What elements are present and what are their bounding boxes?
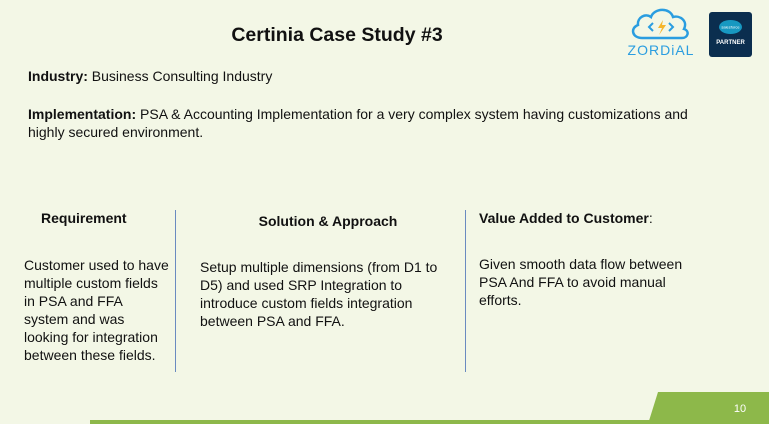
column-divider (175, 210, 176, 372)
slide-title: Certinia Case Study #3 (231, 24, 443, 46)
cloud-code-icon (631, 8, 689, 40)
value-text: Given smooth data flow between PSA And F… (479, 256, 683, 308)
salesforce-partner-badge: salesforce PARTNER (709, 12, 752, 57)
solution-text: Setup multiple dimensions (from D1 to D5… (200, 259, 438, 329)
industry-value: Business Consulting Industry (87, 68, 273, 84)
salesforce-cloud-text: salesforce (721, 25, 740, 30)
requirement-text: Customer used to have multiple custom fi… (24, 257, 169, 363)
industry-label: Industry: (28, 68, 88, 84)
zordial-logo: ZORDiAL (620, 4, 702, 64)
salesforce-cloud-icon: salesforce (719, 20, 742, 34)
value-heading: Value Added to Customer: (479, 210, 709, 226)
implementation-line: Implementation: PSA & Accounting Impleme… (28, 105, 728, 141)
column-divider (465, 210, 466, 372)
solution-column: Solution & Approach Setup multiple dimen… (200, 210, 456, 330)
partner-label: PARTNER (716, 40, 745, 46)
value-heading-colon: : (648, 210, 653, 226)
implementation-label: Implementation: (28, 106, 137, 122)
page-number: 10 (733, 403, 747, 415)
footer-bar (90, 392, 769, 424)
zordial-wordmark: ZORDiAL (627, 42, 695, 58)
value-column: Value Added to Customer: Given smooth da… (479, 210, 709, 309)
requirement-column: Requirement Customer used to have multip… (24, 210, 170, 364)
value-heading-text: Value Added to Customer (479, 210, 649, 226)
industry-line: Industry: Business Consulting Industry (28, 67, 272, 85)
solution-heading: Solution & Approach (258, 213, 398, 229)
requirement-heading: Requirement (41, 210, 127, 226)
